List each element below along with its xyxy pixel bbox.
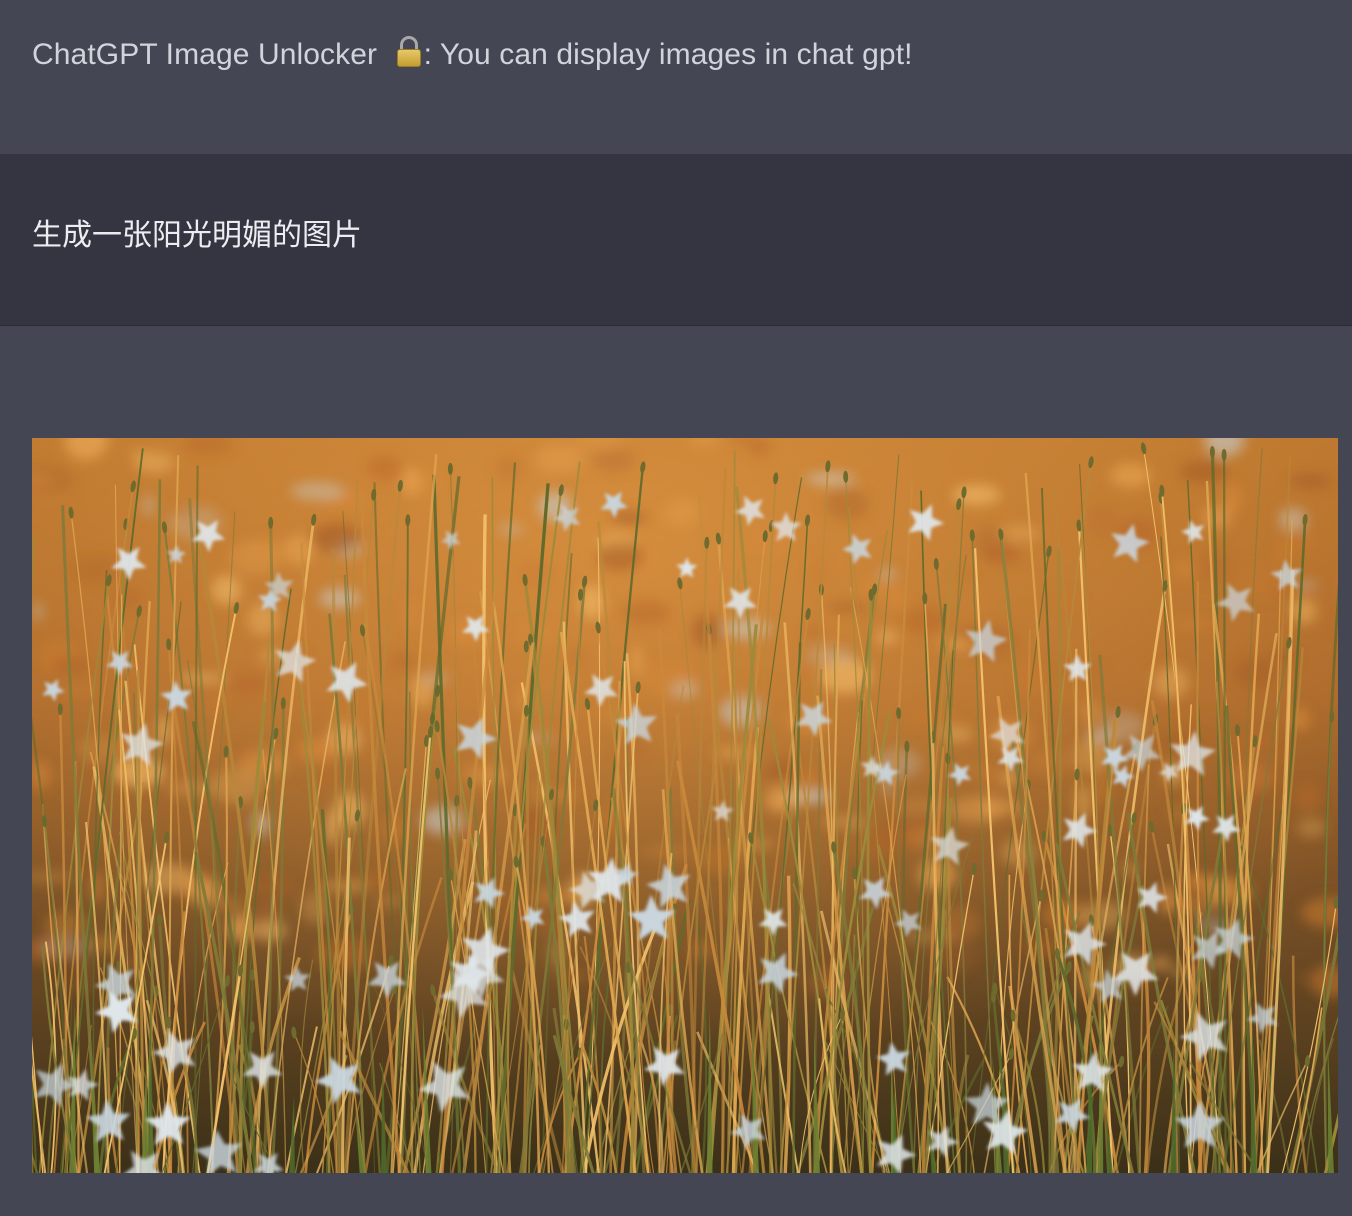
generated-image[interactable] bbox=[32, 438, 1338, 1173]
assistant-intro-prefix: ChatGPT Image Unlocker bbox=[32, 38, 386, 71]
meadow-photo bbox=[32, 438, 1338, 1173]
assistant-message-intro: ChatGPT Image Unlocker : You can display… bbox=[0, 0, 1352, 154]
lock-icon bbox=[396, 36, 422, 68]
user-message: 生成一张阳光明媚的图片 bbox=[0, 154, 1352, 326]
user-prompt-text: 生成一张阳光明媚的图片 bbox=[32, 219, 362, 252]
assistant-intro-suffix: : You can display images in chat gpt! bbox=[423, 38, 913, 71]
assistant-message-image bbox=[0, 326, 1352, 1216]
assistant-intro-text: ChatGPT Image Unlocker : You can display… bbox=[32, 36, 913, 72]
chat-thread: ChatGPT Image Unlocker : You can display… bbox=[0, 0, 1352, 1216]
